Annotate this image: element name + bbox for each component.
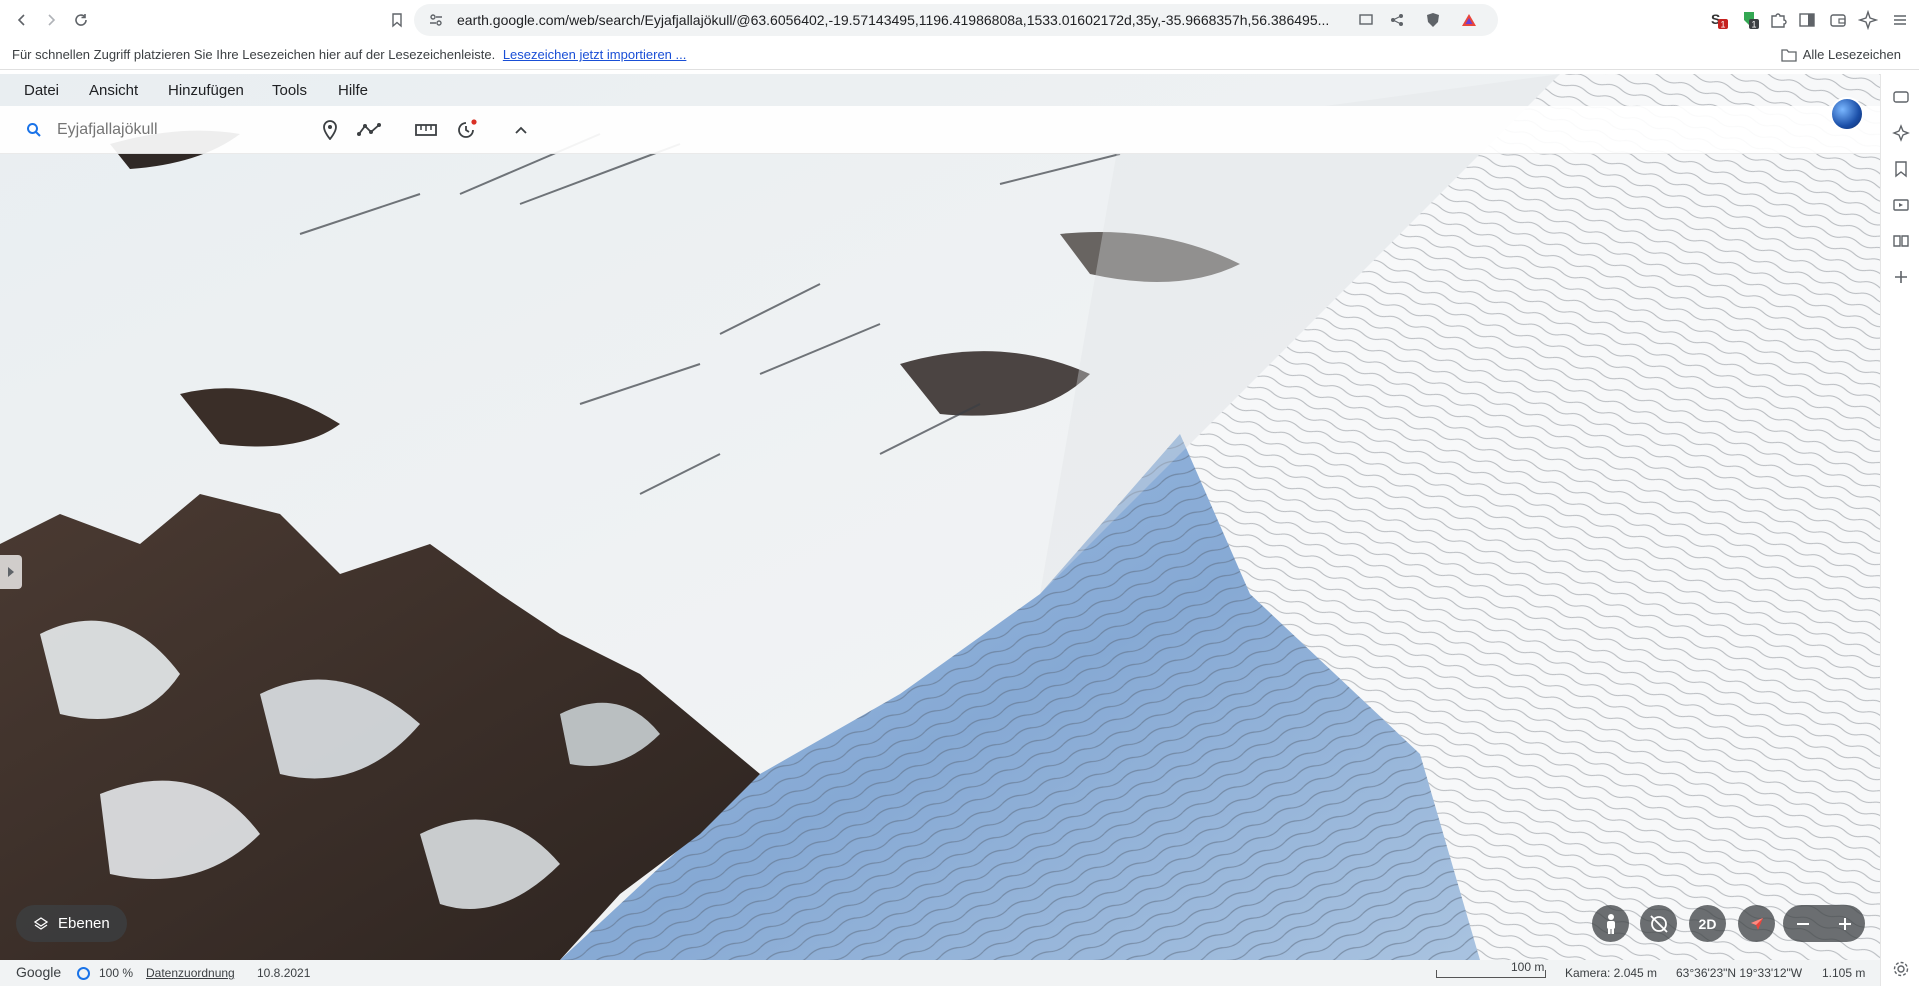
- account-avatar[interactable]: [1830, 97, 1864, 131]
- layers-label: Ebenen: [58, 915, 110, 932]
- menu-tools[interactable]: Tools: [272, 82, 307, 99]
- browser-side-panel-rail: [1880, 74, 1919, 986]
- reading-list-icon[interactable]: [1892, 232, 1910, 250]
- notification-dot: [471, 119, 477, 125]
- ruler-icon: [415, 124, 437, 136]
- bookmarks-bar: Für schnellen Zugriff platzieren Sie Ihr…: [0, 40, 1919, 70]
- earth-toolbar: [0, 106, 1880, 154]
- zoom-controls: [1783, 905, 1865, 942]
- measure-button[interactable]: [414, 118, 438, 142]
- rotation-reset-icon: [1649, 914, 1668, 933]
- layers-button[interactable]: Ebenen: [16, 905, 127, 942]
- extension-badge-2: 1: [1752, 20, 1757, 30]
- scale-bar: [1436, 970, 1546, 978]
- pegman-button[interactable]: [1592, 905, 1629, 942]
- reset-tilt-button[interactable]: [1640, 905, 1677, 942]
- earth-menubar: Datei Ansicht Hinzufügen Tools Hilfe: [0, 74, 1880, 106]
- camera-altitude: Kamera: 2.045 m: [1565, 966, 1658, 980]
- menu-add[interactable]: Hinzufügen: [168, 82, 244, 99]
- search-input[interactable]: [57, 121, 297, 139]
- playlist-icon[interactable]: [1892, 196, 1910, 214]
- leo-ai-icon[interactable]: [1857, 9, 1879, 31]
- url-text[interactable]: earth.google.com/web/search/Eyjafjallajö…: [457, 12, 1357, 28]
- chevron-up-icon: [515, 126, 527, 134]
- loading-ring-icon: [77, 967, 90, 980]
- placemark-icon: [323, 120, 337, 140]
- historical-imagery-button[interactable]: [454, 118, 478, 142]
- brave-shield-icon[interactable]: [1425, 12, 1441, 28]
- reload-icon: [75, 14, 87, 26]
- import-bookmarks-link[interactable]: Lesezeichen jetzt importieren ...: [503, 47, 687, 62]
- menu-view[interactable]: Ansicht: [89, 82, 138, 99]
- cursor-coordinates: 63°36'23"N 19°33'12"W: [1676, 966, 1803, 980]
- compass-button[interactable]: [1738, 905, 1775, 942]
- folder-icon: [1781, 48, 1797, 62]
- leo-ai-icon[interactable]: [1892, 124, 1910, 142]
- compass-icon: [1750, 917, 1763, 930]
- data-attribution-link[interactable]: Datenzuordnung: [146, 966, 235, 980]
- expand-panel-button[interactable]: [0, 555, 22, 589]
- extension-badge-1: 1: [1721, 20, 1726, 30]
- pegman-icon: [1606, 913, 1615, 934]
- bookmark-icon: [392, 13, 402, 28]
- zoom-out-icon[interactable]: [1795, 916, 1811, 932]
- toggle-2d-label: 2D: [1698, 915, 1717, 932]
- settings-gear-icon[interactable]: [1892, 960, 1910, 978]
- search-icon: [27, 123, 41, 137]
- bookmarks-message: Für schnellen Zugriff platzieren Sie Ihr…: [12, 47, 686, 62]
- search-box[interactable]: [12, 111, 302, 149]
- draw-path-button[interactable]: [357, 118, 381, 142]
- browser-toolbar: earth.google.com/web/search/Eyjafjallajö…: [0, 0, 1919, 40]
- forward-button[interactable]: [39, 8, 63, 32]
- imagery-date: 10.8.2021: [257, 966, 311, 980]
- layers-icon: [34, 916, 48, 930]
- ground-elevation: 1.105 m: [1822, 966, 1866, 980]
- extension-s-icon[interactable]: S1: [1709, 10, 1729, 30]
- brave-rewards-icon[interactable]: [1461, 12, 1477, 28]
- path-icon: [357, 123, 381, 136]
- earth-3d-view[interactable]: [0, 74, 1880, 960]
- wallet-icon[interactable]: [1828, 10, 1848, 30]
- share-icon[interactable]: [1389, 12, 1405, 28]
- extension-shield-icon[interactable]: 1: [1740, 10, 1760, 30]
- status-bar: Google 100 % Datenzuordnung 10.8.2021 10…: [0, 960, 1880, 986]
- sidebar-toggle-icon[interactable]: [1797, 10, 1817, 30]
- google-logo: Google: [16, 964, 62, 980]
- arrow-right-icon: [48, 14, 56, 26]
- history-icon: [458, 119, 477, 138]
- address-bar[interactable]: earth.google.com/web/search/Eyjafjallajö…: [414, 4, 1498, 36]
- wallet-icon[interactable]: [1892, 88, 1910, 106]
- add-placemark-button[interactable]: [318, 118, 342, 142]
- back-button[interactable]: [10, 8, 34, 32]
- toggle-2d-button[interactable]: 2D: [1689, 905, 1726, 942]
- zoom-in-icon[interactable]: [1837, 916, 1853, 932]
- bookmarks-panel-icon[interactable]: [1892, 160, 1910, 178]
- cast-icon[interactable]: [1358, 12, 1374, 28]
- add-panel-icon[interactable]: [1892, 268, 1910, 286]
- extensions-puzzle-icon[interactable]: [1768, 10, 1788, 30]
- arrow-left-icon: [17, 14, 25, 26]
- load-percent: 100 %: [99, 966, 134, 980]
- bookmark-button[interactable]: [385, 8, 409, 32]
- menu-help[interactable]: Hilfe: [338, 82, 368, 99]
- menu-icon[interactable]: [1890, 10, 1910, 30]
- chevron-right-icon: [8, 567, 14, 577]
- collapse-toolbar-button[interactable]: [509, 118, 533, 142]
- bookmarks-message-text: Für schnellen Zugriff platzieren Sie Ihr…: [12, 47, 496, 62]
- site-settings-icon[interactable]: [428, 12, 444, 28]
- all-bookmarks-label: Alle Lesezeichen: [1802, 47, 1901, 62]
- all-bookmarks-button[interactable]: Alle Lesezeichen: [1781, 47, 1901, 62]
- terrain-imagery[interactable]: [0, 74, 1880, 960]
- reload-button[interactable]: [69, 8, 93, 32]
- menu-file[interactable]: Datei: [24, 82, 59, 99]
